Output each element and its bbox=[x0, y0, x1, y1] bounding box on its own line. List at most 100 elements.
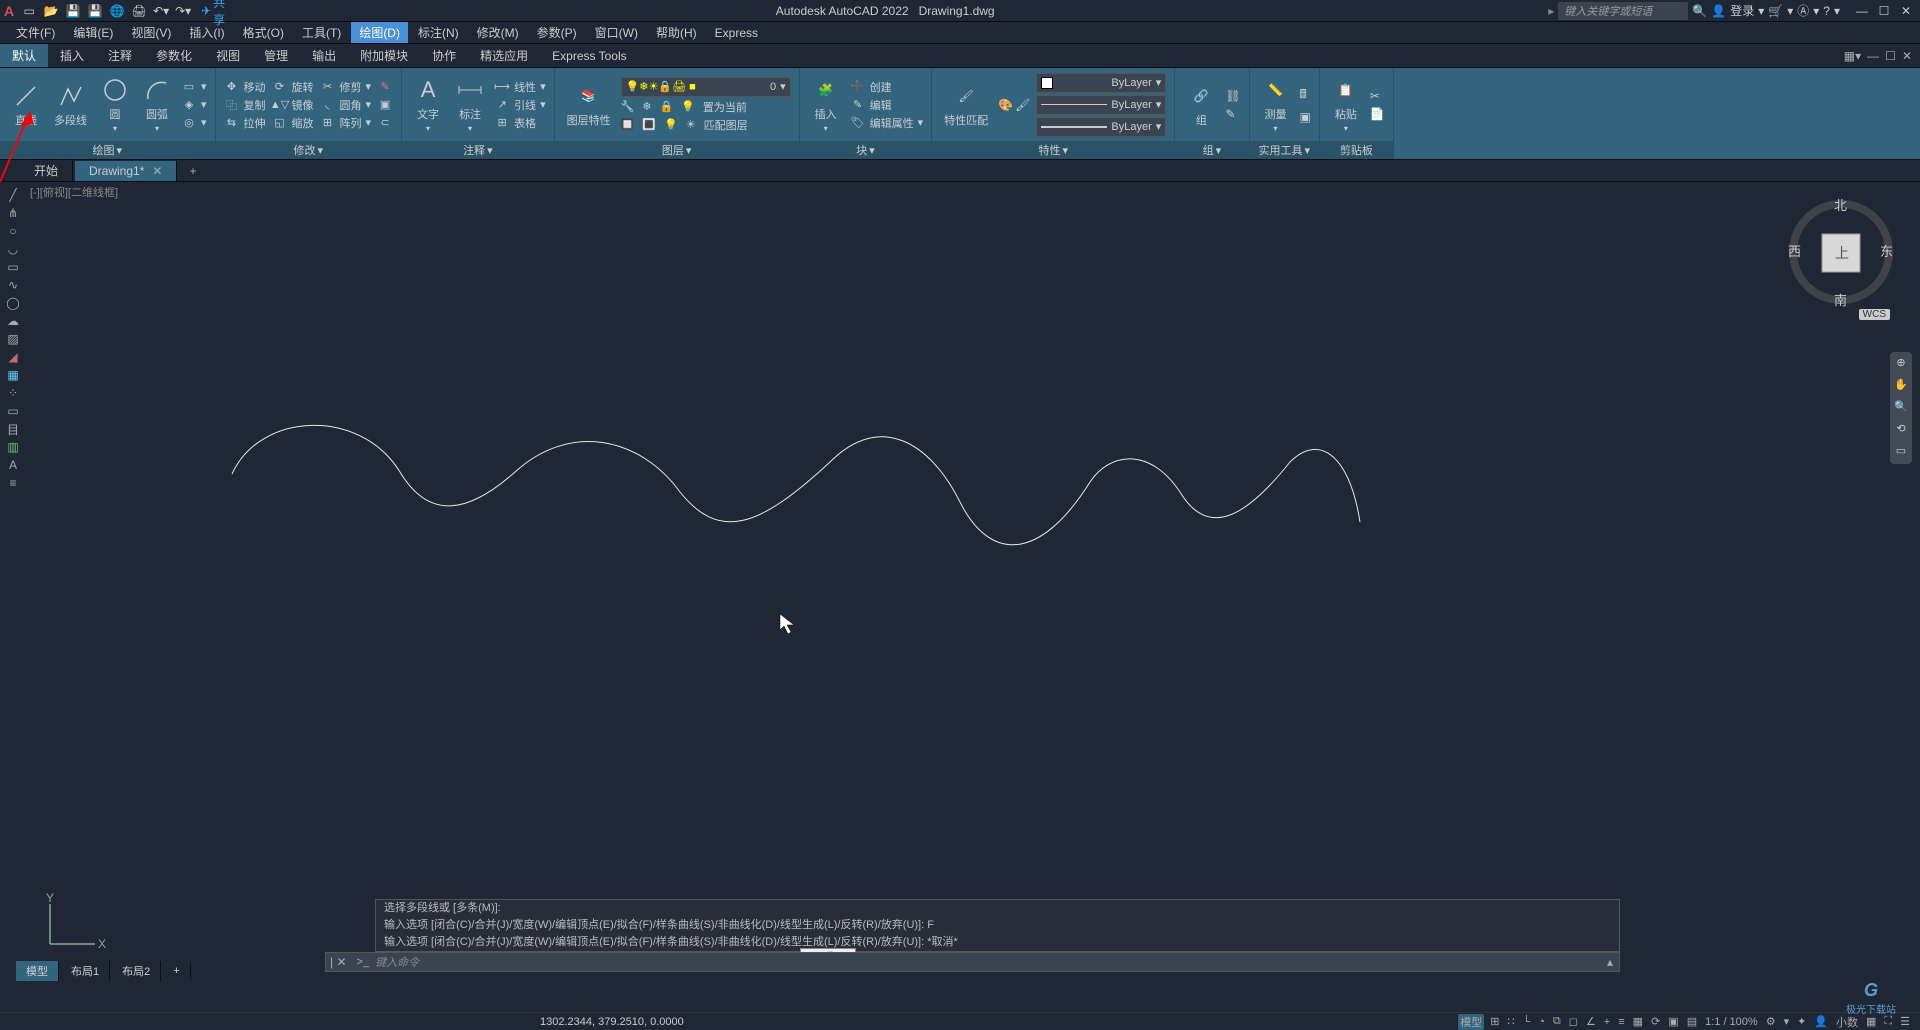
ellipse-button[interactable]: ◎▾ bbox=[181, 115, 207, 131]
menu-item[interactable]: 标注(N) bbox=[410, 22, 467, 43]
ribbon-tab[interactable]: 注释 bbox=[96, 44, 144, 67]
cut-icon[interactable]: ✂ bbox=[1370, 89, 1385, 103]
qat-plot-icon[interactable]: 🖨 bbox=[130, 2, 148, 20]
group-edit-icon[interactable]: ✎ bbox=[1225, 107, 1240, 121]
leader-button[interactable]: ↗引线 ▾ bbox=[494, 97, 546, 113]
tool-hatch-icon[interactable]: ▨ bbox=[0, 330, 26, 348]
menu-item[interactable]: 视图(V) bbox=[123, 22, 179, 43]
qat-redo-icon[interactable]: ↷▾ bbox=[174, 2, 192, 20]
edit-attr-button[interactable]: 🏷编辑属性 ▾ bbox=[850, 115, 924, 131]
ribbon-tab[interactable]: 视图 bbox=[204, 44, 252, 67]
ribbon-tab[interactable]: 输出 bbox=[300, 44, 348, 67]
tool-a-icon[interactable]: A bbox=[0, 456, 26, 474]
ribbon-tab[interactable]: Express Tools bbox=[540, 44, 638, 67]
search-input[interactable]: 键入关键字或短语 bbox=[1558, 2, 1688, 20]
layer-uniso-icon[interactable]: 🔳 bbox=[642, 118, 656, 131]
ribbon-tab[interactable]: 默认 bbox=[0, 44, 48, 67]
status-iso-icon[interactable]: ⧉ bbox=[1551, 1015, 1563, 1028]
a360-icon[interactable]: Ⓐ bbox=[1797, 2, 1809, 19]
qat-share-button[interactable]: ✈ 共享 bbox=[204, 2, 222, 20]
layer-props-button[interactable]: 📚图层特性 bbox=[563, 80, 615, 130]
scale-button[interactable]: ◱缩放 bbox=[272, 115, 314, 131]
color-dropdown[interactable]: ByLayer▾ bbox=[1036, 73, 1166, 93]
table-button[interactable]: ⊞表格 bbox=[494, 115, 546, 131]
explode-icon[interactable]: ▣ bbox=[377, 97, 393, 113]
qat-web-icon[interactable]: 🌐 bbox=[108, 2, 126, 20]
layer-dropdown[interactable]: 💡❄☀🔒🖨 ■ 0 ▾ bbox=[621, 77, 791, 97]
copy-clip-icon[interactable]: 📄 bbox=[1370, 107, 1385, 121]
mirror-button[interactable]: ▲▽镜像 bbox=[272, 97, 314, 113]
dim-button[interactable]: 标注▾ bbox=[452, 74, 488, 135]
tool-text-icon[interactable]: ▭ bbox=[0, 402, 26, 420]
fillet-button[interactable]: ◟圆角 ▾ bbox=[320, 97, 372, 113]
max-icon[interactable]: ☐ bbox=[1874, 4, 1894, 18]
trim-button[interactable]: ✂修剪 ▾ bbox=[320, 79, 372, 95]
login-label[interactable]: 登录 bbox=[1730, 2, 1754, 19]
array-button[interactable]: ⊞阵列 ▾ bbox=[320, 115, 372, 131]
tab-start[interactable]: 开始 bbox=[20, 159, 73, 182]
qat-undo-icon[interactable]: ↶▾ bbox=[152, 2, 170, 20]
nav-show-icon[interactable]: ▭ bbox=[1893, 444, 1909, 460]
status-transp-icon[interactable]: ▦ bbox=[1631, 1015, 1645, 1028]
exchange-icon[interactable]: 🛒 bbox=[1768, 4, 1783, 18]
status-3d-icon[interactable]: ▣ bbox=[1666, 1015, 1680, 1028]
layer-tool-icon[interactable]: 🔧 bbox=[621, 100, 635, 113]
layer-thaw-icon[interactable]: ☀ bbox=[686, 118, 696, 131]
menu-item[interactable]: 格式(O) bbox=[235, 22, 292, 43]
status-ws-icon[interactable]: ▦ bbox=[1864, 1015, 1878, 1028]
paste-button[interactable]: 📋粘贴▾ bbox=[1328, 74, 1364, 135]
text-button[interactable]: A文字▾ bbox=[410, 74, 446, 135]
status-lwt-icon[interactable]: ≡ bbox=[1616, 1016, 1626, 1028]
status-cycle-icon[interactable]: ⟳ bbox=[1649, 1015, 1662, 1028]
color-tool-icon[interactable]: 🎨🖌 bbox=[998, 98, 1030, 112]
login-icon[interactable]: 👤 bbox=[1711, 4, 1726, 18]
copy-button[interactable]: ⿻复制 bbox=[224, 97, 266, 113]
arc-button[interactable]: 圆弧▾ bbox=[139, 74, 175, 135]
search-icon[interactable]: 🔍 bbox=[1692, 4, 1707, 18]
move-button[interactable]: ✥移动 bbox=[224, 79, 266, 95]
nav-zoom-icon[interactable]: 🔍 bbox=[1893, 400, 1909, 416]
create-block-button[interactable]: ➕创建 bbox=[850, 79, 924, 95]
min-icon[interactable]: — bbox=[1852, 4, 1872, 18]
stretch-button[interactable]: ⇆拉伸 bbox=[224, 115, 266, 131]
menu-item[interactable]: 帮助(H) bbox=[648, 22, 705, 43]
menu-item[interactable]: 文件(F) bbox=[8, 22, 63, 43]
menu-item[interactable]: 插入(I) bbox=[181, 22, 232, 43]
status-zoom[interactable]: 1:1 / 100% bbox=[1703, 1016, 1760, 1028]
cmd-expand-icon[interactable]: ▴ bbox=[1601, 955, 1619, 969]
linetype-dropdown[interactable]: ByLayer▾ bbox=[1036, 117, 1166, 137]
status-otrack-icon[interactable]: ∠ bbox=[1584, 1015, 1598, 1028]
ribbon-tab[interactable]: 管理 bbox=[252, 44, 300, 67]
menu-item[interactable]: 工具(T) bbox=[294, 22, 349, 43]
tool-helix-icon[interactable]: ▥ bbox=[0, 438, 26, 456]
ribbon-tab[interactable]: 参数化 bbox=[144, 44, 204, 67]
status-cust-icon[interactable]: ☰ bbox=[1898, 1015, 1912, 1028]
layer-on-icon[interactable]: 💡 bbox=[664, 118, 678, 131]
close-icon[interactable]: ✕ bbox=[1896, 4, 1916, 18]
layer-lock-icon[interactable]: 🔒 bbox=[660, 100, 674, 113]
status-grid-icon[interactable]: ⊞ bbox=[1488, 1015, 1501, 1028]
status-anno2-icon[interactable]: 👤 bbox=[1812, 1015, 1830, 1028]
nav-wheel-icon[interactable]: ⊕ bbox=[1893, 356, 1909, 372]
match-props-button[interactable]: 🖌特性匹配 bbox=[940, 80, 992, 130]
tab-add-icon[interactable]: + bbox=[179, 164, 206, 178]
doc-close-icon[interactable]: ✕ bbox=[1902, 49, 1912, 63]
linear-button[interactable]: ⟼线性 ▾ bbox=[494, 79, 546, 95]
layout-tab-1[interactable]: 布局1 bbox=[61, 961, 110, 981]
ungroup-icon[interactable]: ⛓ bbox=[1225, 89, 1240, 103]
offset-icon[interactable]: ⊂ bbox=[377, 115, 393, 131]
status-polar-icon[interactable]: ◔ bbox=[1536, 1016, 1547, 1028]
lineweight-dropdown[interactable]: ByLayer▾ bbox=[1036, 95, 1166, 115]
measure-button[interactable]: 📏测量▾ bbox=[1258, 74, 1294, 135]
ribbon-tab[interactable]: 协作 bbox=[420, 44, 468, 67]
cmd-close-icon[interactable]: | ✕ bbox=[326, 955, 351, 969]
calc-icon[interactable]: 🖩 bbox=[1300, 85, 1311, 106]
status-qp-icon[interactable]: ▤ bbox=[1685, 1015, 1699, 1028]
menu-item[interactable]: 编辑(E) bbox=[65, 22, 121, 43]
tool-more-icon[interactable]: ≡ bbox=[0, 474, 26, 492]
doc-max-icon[interactable]: ☐ bbox=[1885, 49, 1896, 63]
layout-tab-add[interactable]: + bbox=[163, 963, 190, 979]
ribbon-tab[interactable]: 精选应用 bbox=[468, 44, 540, 67]
layout-tab-2[interactable]: 布局2 bbox=[112, 961, 161, 981]
pline-button[interactable]: 多段线 bbox=[50, 80, 91, 130]
